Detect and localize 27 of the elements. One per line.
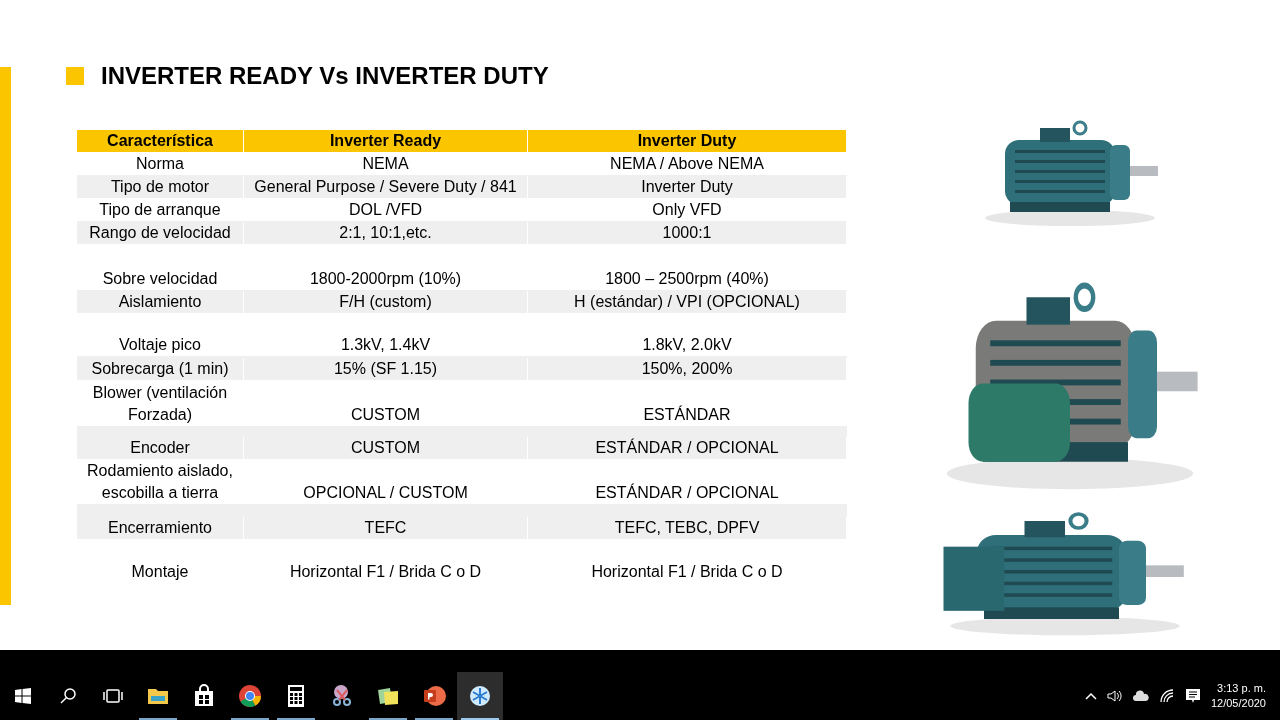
volume-icon[interactable] (1106, 688, 1123, 704)
table-cell: Horizontal F1 / Brida C o D (244, 561, 528, 583)
notification-icon[interactable] (1184, 688, 1201, 704)
running-indicator (139, 718, 177, 720)
presentation-app-icon (422, 684, 446, 708)
snowflake-icon (468, 684, 492, 708)
running-indicator (231, 718, 269, 720)
cloud-icon[interactable] (1132, 690, 1149, 702)
table-cell: Horizontal F1 / Brida C o D (528, 561, 847, 583)
running-indicator (415, 718, 453, 720)
wifi-icon[interactable] (1158, 688, 1175, 704)
title-bullet (66, 67, 84, 85)
running-indicator (277, 718, 315, 720)
windows-logo-icon (14, 688, 31, 704)
task-view-icon (102, 688, 123, 704)
chevron-up-icon[interactable] (1084, 690, 1097, 702)
taskbar-app[interactable] (457, 672, 503, 720)
clock-time[interactable]: 3:13 p. m. (1217, 681, 1266, 696)
search-icon (59, 688, 76, 704)
table-cell: Montaje (77, 561, 244, 583)
clock-date[interactable]: 12/05/2020 (1210, 696, 1266, 711)
scissors-icon (330, 684, 354, 708)
shopping-bag-icon (192, 684, 216, 708)
slide-title: INVERTER READY Vs INVERTER DUTY (101, 64, 549, 88)
running-indicator (369, 718, 407, 720)
browser-icon (238, 684, 262, 708)
running-indicator (461, 718, 499, 720)
